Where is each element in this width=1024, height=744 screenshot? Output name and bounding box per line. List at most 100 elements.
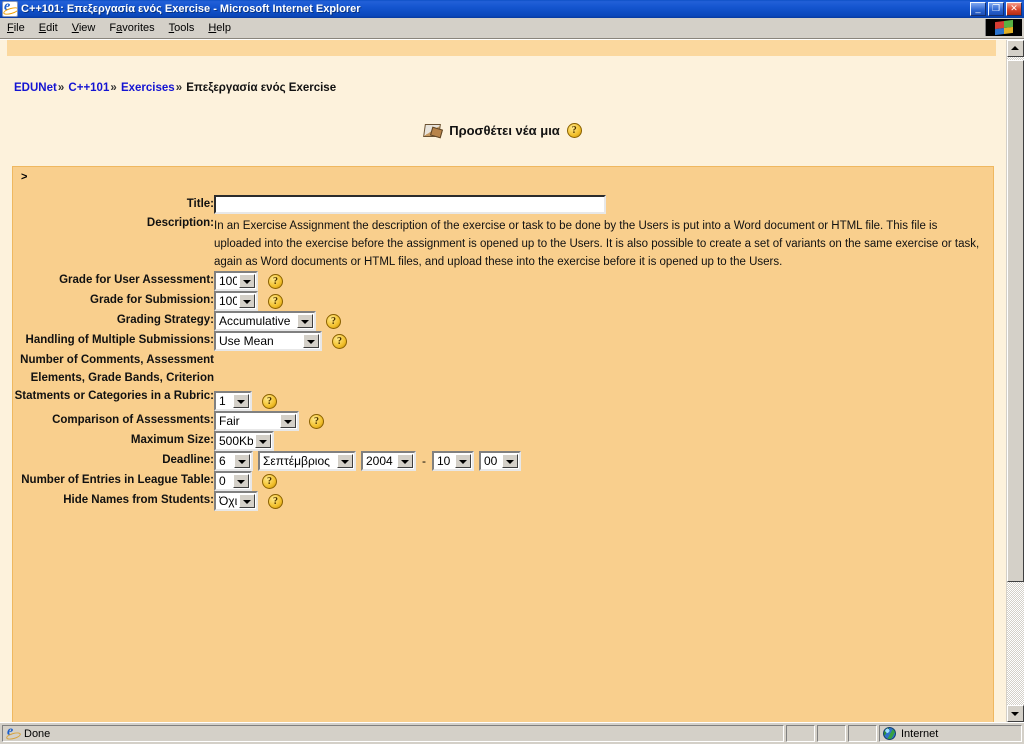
menu-item-help[interactable]: Help: [201, 20, 238, 36]
chevron-down-icon[interactable]: [239, 494, 255, 508]
deadline-hour-value: 10: [437, 454, 451, 468]
help-icon-grade-submission[interactable]: ?: [268, 293, 283, 309]
form-row-hide-names: Hide Names from Students: Όχι ?: [13, 491, 993, 511]
form-row-deadline: Deadline: 6 Σεπτέμβριος 2004 - 10 00: [13, 451, 993, 471]
browser-window: C++101: Επεξεργασία ενός Exercise - Micr…: [0, 0, 1024, 744]
globe-icon: [883, 727, 896, 740]
close-icon: ✕: [1010, 3, 1018, 13]
help-icon-header[interactable]: ?: [566, 122, 582, 138]
window-controls: _ ❐ ✕: [970, 2, 1022, 16]
help-icon-handling-multiple[interactable]: ?: [332, 333, 347, 349]
menu-item-file[interactable]: File: [0, 20, 32, 36]
chevron-down-icon[interactable]: [234, 454, 250, 468]
grade-submission-select[interactable]: 100: [214, 291, 258, 311]
form-row-handling-multiple: Handling of Multiple Submissions: Use Me…: [13, 331, 993, 351]
page-content: EDUNet» C++101» Exercises» Επεξεργασία ε…: [0, 40, 1006, 722]
breadcrumb-link-edunet[interactable]: EDUNet: [14, 82, 57, 94]
deadline-year-select[interactable]: 2004: [361, 451, 416, 471]
label-maximum-size: Maximum Size:: [130, 434, 214, 446]
help-icon-league-entries[interactable]: ?: [262, 473, 277, 489]
breadcrumb: EDUNet» C++101» Exercises» Επεξεργασία ε…: [14, 82, 336, 94]
status-panel-blank-2: [817, 725, 846, 742]
scrollbar-track[interactable]: [1007, 57, 1024, 705]
chevron-down-icon[interactable]: [297, 314, 313, 328]
chevron-down-icon[interactable]: [502, 454, 518, 468]
deadline-month-select[interactable]: Σεπτέμβριος: [258, 451, 356, 471]
hide-names-value: Όχι: [219, 494, 237, 508]
grade-user-assessment-select[interactable]: 100: [214, 271, 258, 291]
form-row-number-of-comments: Number of Comments, Assessment Elements,…: [13, 351, 993, 411]
help-icon-hide-names[interactable]: ?: [268, 493, 283, 509]
breadcrumb-link-exercises[interactable]: Exercises: [121, 82, 175, 94]
label-handling-multiple: Handling of Multiple Submissions:: [25, 334, 214, 346]
handling-multiple-select[interactable]: Use Mean: [214, 331, 322, 351]
comparison-select[interactable]: Fair: [214, 411, 299, 431]
form-row-title: Title:: [13, 195, 993, 214]
menu-bar: File Edit View Favorites Tools Help: [0, 18, 1024, 39]
handling-multiple-value: Use Mean: [219, 334, 274, 348]
league-entries-value: 0: [219, 474, 226, 488]
breadcrumb-separator-1: »: [57, 82, 65, 94]
menu-item-favorites[interactable]: Favorites: [102, 20, 161, 36]
scroll-down-button[interactable]: [1007, 705, 1024, 722]
menu-item-view[interactable]: View: [65, 20, 103, 36]
title-input[interactable]: [214, 195, 606, 214]
breadcrumb-link-course[interactable]: C++101: [68, 82, 109, 94]
comparison-value: Fair: [219, 414, 240, 428]
hide-names-select[interactable]: Όχι: [214, 491, 258, 511]
chevron-down-icon[interactable]: [255, 434, 271, 448]
chevron-down-icon[interactable]: [455, 454, 471, 468]
help-icon-number-of-comments[interactable]: ?: [262, 393, 277, 409]
chevron-down-icon[interactable]: [233, 394, 249, 408]
deadline-day-value: 6: [219, 454, 226, 468]
form-row-grade-user-assessment: Grade for User Assessment: 100 ?: [13, 271, 993, 291]
chevron-down-icon[interactable]: [303, 334, 319, 348]
breadcrumb-separator-2: »: [110, 82, 117, 94]
page-header: Προσθέτει νέα μια ?: [0, 122, 1006, 138]
deadline-minute-select[interactable]: 00: [479, 451, 521, 471]
form-table: Title: Description: In an Exercise Assig…: [13, 195, 993, 511]
form-caret: >: [21, 171, 28, 183]
restore-button[interactable]: ❐: [988, 2, 1004, 16]
label-grade-user-assessment: Grade for User Assessment:: [59, 274, 214, 286]
chevron-down-icon[interactable]: [239, 274, 255, 288]
league-entries-select[interactable]: 0: [214, 471, 252, 491]
deadline-day-select[interactable]: 6: [214, 451, 253, 471]
label-description: Description:: [146, 217, 214, 229]
breadcrumb-current: Επεξεργασία ενός Exercise: [186, 82, 337, 94]
vertical-scrollbar[interactable]: [1006, 40, 1024, 722]
menu-item-edit[interactable]: Edit: [32, 20, 65, 36]
menu-favorites-rest: vorites: [122, 22, 155, 34]
chevron-down-icon[interactable]: [337, 454, 353, 468]
scrollbar-thumb[interactable]: [1007, 60, 1024, 582]
menu-tools-rest: ools: [174, 22, 195, 34]
help-icon-grade-user-assessment[interactable]: ?: [268, 273, 283, 289]
status-panel-blank-1: [786, 725, 815, 742]
edit-document-icon: [424, 122, 442, 138]
deadline-hour-select[interactable]: 10: [432, 451, 474, 471]
close-button[interactable]: ✕: [1006, 2, 1022, 16]
chevron-down-icon[interactable]: [233, 474, 249, 488]
menu-item-tools[interactable]: Tools: [162, 20, 202, 36]
form-row-description: Description: In an Exercise Assignment t…: [13, 214, 993, 271]
chevron-down-icon[interactable]: [397, 454, 413, 468]
number-of-comments-select[interactable]: 1: [214, 391, 252, 411]
deadline-dash: -: [422, 454, 426, 468]
maximum-size-select[interactable]: 500Kb: [214, 431, 274, 451]
form-row-league-entries: Number of Entries in League Table: 0 ?: [13, 471, 993, 491]
scroll-up-button[interactable]: [1007, 40, 1024, 57]
label-grade-submission: Grade for Submission:: [90, 294, 214, 306]
deadline-minute-value: 00: [484, 454, 498, 468]
number-of-comments-value: 1: [219, 394, 226, 408]
help-icon-comparison[interactable]: ?: [309, 413, 324, 429]
grading-strategy-select[interactable]: Accumulative: [214, 311, 316, 331]
grade-submission-value: 100: [219, 294, 237, 308]
security-zone-panel[interactable]: Internet: [879, 725, 1022, 742]
help-icon-grading-strategy[interactable]: ?: [326, 313, 341, 329]
chevron-down-icon[interactable]: [280, 414, 296, 428]
status-panel-blank-3: [848, 725, 877, 742]
status-panel: Done: [2, 724, 784, 742]
minimize-button[interactable]: _: [970, 2, 986, 16]
grading-strategy-value: Accumulative: [219, 314, 291, 328]
chevron-down-icon[interactable]: [239, 294, 255, 308]
